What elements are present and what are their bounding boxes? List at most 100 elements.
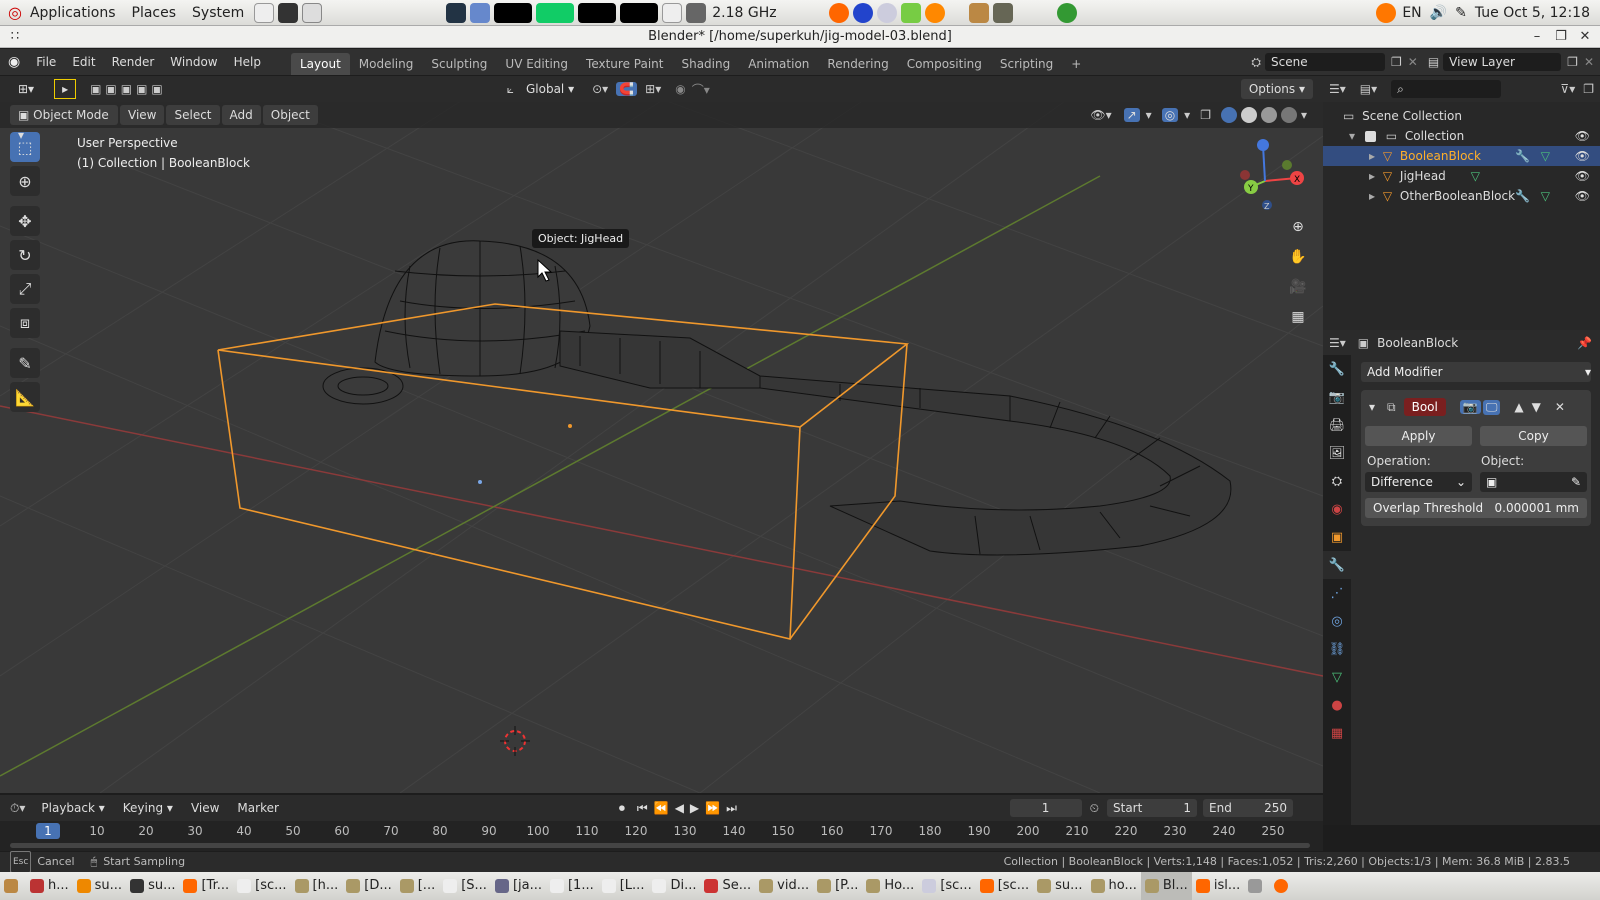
applications-menu[interactable]: Applications [22, 0, 124, 26]
collapse-arrow-icon[interactable]: ▾ [1369, 400, 1375, 414]
taskbar-item[interactable]: [sc... [918, 872, 975, 900]
search-launcher-icon[interactable] [302, 2, 323, 23]
expand-arrow-icon[interactable]: ▾ [1349, 129, 1355, 143]
close-button[interactable]: ✕ [1574, 26, 1596, 48]
system-menu[interactable]: System [184, 0, 252, 26]
scene-icon[interactable]: ⛭ [1251, 55, 1261, 70]
object-menu[interactable]: Object [262, 105, 318, 125]
selection-mode-icons[interactable]: ▣▣▣▣▣ [90, 82, 167, 96]
taskbar-item[interactable]: Se... [700, 872, 755, 900]
pan-hand-icon[interactable]: ✋ [1285, 244, 1311, 270]
mesh-data-icon[interactable]: ▽ [1541, 186, 1550, 206]
delete-scene-icon[interactable]: ✕ [1408, 55, 1418, 69]
playback-menu[interactable]: Playback ▾ [33, 798, 112, 818]
rendered-shading-icon[interactable] [1280, 107, 1297, 123]
object-mode-dropdown[interactable]: ▣ Object Mode ▾ [10, 105, 118, 142]
end-frame-field[interactable]: End 250 [1203, 799, 1293, 817]
browser-icon[interactable] [852, 2, 873, 23]
move-up-icon[interactable]: ▲ [1514, 400, 1523, 414]
maximize-button[interactable]: ❐ [1550, 26, 1572, 48]
add-menu[interactable]: Add [221, 105, 261, 125]
modifier-wrench-icon[interactable]: 🔧 [1515, 146, 1530, 166]
copy-button[interactable]: Copy [1480, 426, 1587, 446]
workspace-1[interactable] [494, 2, 533, 23]
taskbar-item[interactable]: Di... [648, 872, 700, 900]
marker-menu[interactable]: Marker [229, 798, 286, 818]
editor-type-icon[interactable]: ⊞▾ [10, 79, 42, 99]
material-shading-icon[interactable] [1260, 107, 1277, 123]
solid-shading-icon[interactable] [1240, 107, 1257, 123]
app-launcher-icon[interactable] [446, 2, 467, 23]
object-picker-field[interactable]: ▣ ✎ [1480, 472, 1587, 492]
falloff-icon[interactable]: ⌒▾ [692, 81, 710, 98]
tab-rendering[interactable]: Rendering [818, 53, 897, 75]
taskbar-item[interactable]: [... [396, 872, 439, 900]
gizmo-toggle-icon[interactable]: ↗ [1123, 108, 1140, 122]
timeline-scrollbar[interactable] [10, 843, 1310, 848]
proportional-edit-icon[interactable]: ◉ [675, 82, 685, 96]
pin-icon[interactable]: 📌 [1577, 336, 1592, 350]
new-collection-icon[interactable]: ❐ [1583, 82, 1594, 96]
texture-tab-icon[interactable]: ▦ [1323, 719, 1351, 747]
move-down-icon[interactable]: ▼ [1532, 400, 1541, 414]
keyboard-layout[interactable]: EN [1402, 5, 1421, 21]
app-icon[interactable] [924, 2, 945, 23]
taskbar-item[interactable]: [sc... [976, 872, 1033, 900]
checkbox-icon[interactable] [1364, 131, 1376, 142]
taskbar-item[interactable]: [D... [342, 872, 395, 900]
tool-icon[interactable]: ▸ [54, 79, 77, 99]
app-icon[interactable] [1056, 2, 1077, 23]
taskbar-item[interactable]: [h... [291, 872, 343, 900]
apply-button[interactable]: Apply [1365, 426, 1472, 446]
workspace-3[interactable] [578, 2, 617, 23]
taskbar-item[interactable]: h... [26, 872, 73, 900]
taskbar-item[interactable]: [P... [813, 872, 862, 900]
file-menu[interactable]: File [28, 49, 64, 75]
tools-icon[interactable] [968, 2, 989, 23]
taskbar-item[interactable]: [1... [546, 872, 598, 900]
render-tab-icon[interactable]: 📷 [1323, 383, 1351, 411]
show-in-render-icon[interactable]: 📷 [1459, 400, 1481, 414]
modifier-wrench-icon[interactable]: 🔧 [1515, 186, 1530, 206]
play-icon[interactable]: ▶ [690, 801, 699, 815]
tab-uv-editing[interactable]: UV Editing [496, 53, 577, 75]
expand-arrow-icon[interactable]: ▸ [1369, 169, 1375, 183]
filter-icon[interactable]: ⊽▾ [1560, 82, 1575, 96]
properties-editor-icon[interactable]: ☰▾ [1329, 336, 1346, 350]
eye-icon[interactable]: 👁 [1575, 186, 1590, 206]
taskbar-item[interactable]: Ho... [862, 872, 918, 900]
visibility-icon[interactable]: 👁▾ [1090, 108, 1111, 122]
timeline-view-menu[interactable]: View [183, 798, 227, 818]
minimize-button[interactable]: – [1526, 26, 1548, 48]
tab-sculpting[interactable]: Sculpting [422, 53, 496, 75]
outliner-collection[interactable]: ▾ ▭ Collection 👁 [1323, 126, 1600, 146]
select-menu[interactable]: Select [166, 105, 220, 125]
window-menu[interactable]: Window [162, 49, 225, 75]
eye-icon[interactable]: 👁 [1575, 146, 1590, 166]
play-reverse-icon[interactable]: ◀ [675, 801, 684, 815]
tab-layout[interactable]: Layout [290, 53, 350, 75]
tool-tab-icon[interactable]: 🔧 [1323, 355, 1351, 383]
app-icon[interactable] [900, 2, 921, 23]
overlap-threshold-field[interactable]: Overlap Threshold 0.000001 mm [1365, 498, 1587, 518]
eye-icon[interactable]: 👁 [1575, 126, 1590, 146]
firefox-tray-icon[interactable] [1270, 872, 1296, 900]
physics-tab-icon[interactable]: ◎ [1323, 607, 1351, 635]
select-box-tool[interactable]: ⬚ [10, 132, 40, 162]
measure-tool[interactable]: 📐 [10, 382, 40, 412]
expand-arrow-icon[interactable]: ▸ [1369, 189, 1375, 203]
network-icon[interactable] [1376, 2, 1397, 23]
eyedropper-icon[interactable]: ✎ [1571, 472, 1581, 492]
view-layer-tab-icon[interactable]: 🖼 [1323, 439, 1351, 467]
constraints-tab-icon[interactable]: ⛓ [1323, 635, 1351, 663]
keying-menu[interactable]: Keying ▾ [115, 798, 181, 818]
distro-icon[interactable]: ◎ [8, 3, 22, 22]
preview-range-icon[interactable]: ⏲ [1090, 801, 1099, 816]
jump-end-icon[interactable]: ⏭ [726, 801, 737, 816]
add-modifier-dropdown[interactable]: Add Modifier ▾ [1361, 362, 1591, 382]
taskbar-item[interactable]: [sc... [233, 872, 290, 900]
taskbar-item[interactable]: [L... [598, 872, 649, 900]
tab-shading[interactable]: Shading [672, 53, 739, 75]
output-tab-icon[interactable]: 🖨 [1323, 411, 1351, 439]
current-frame-marker[interactable]: 1 [36, 823, 60, 839]
